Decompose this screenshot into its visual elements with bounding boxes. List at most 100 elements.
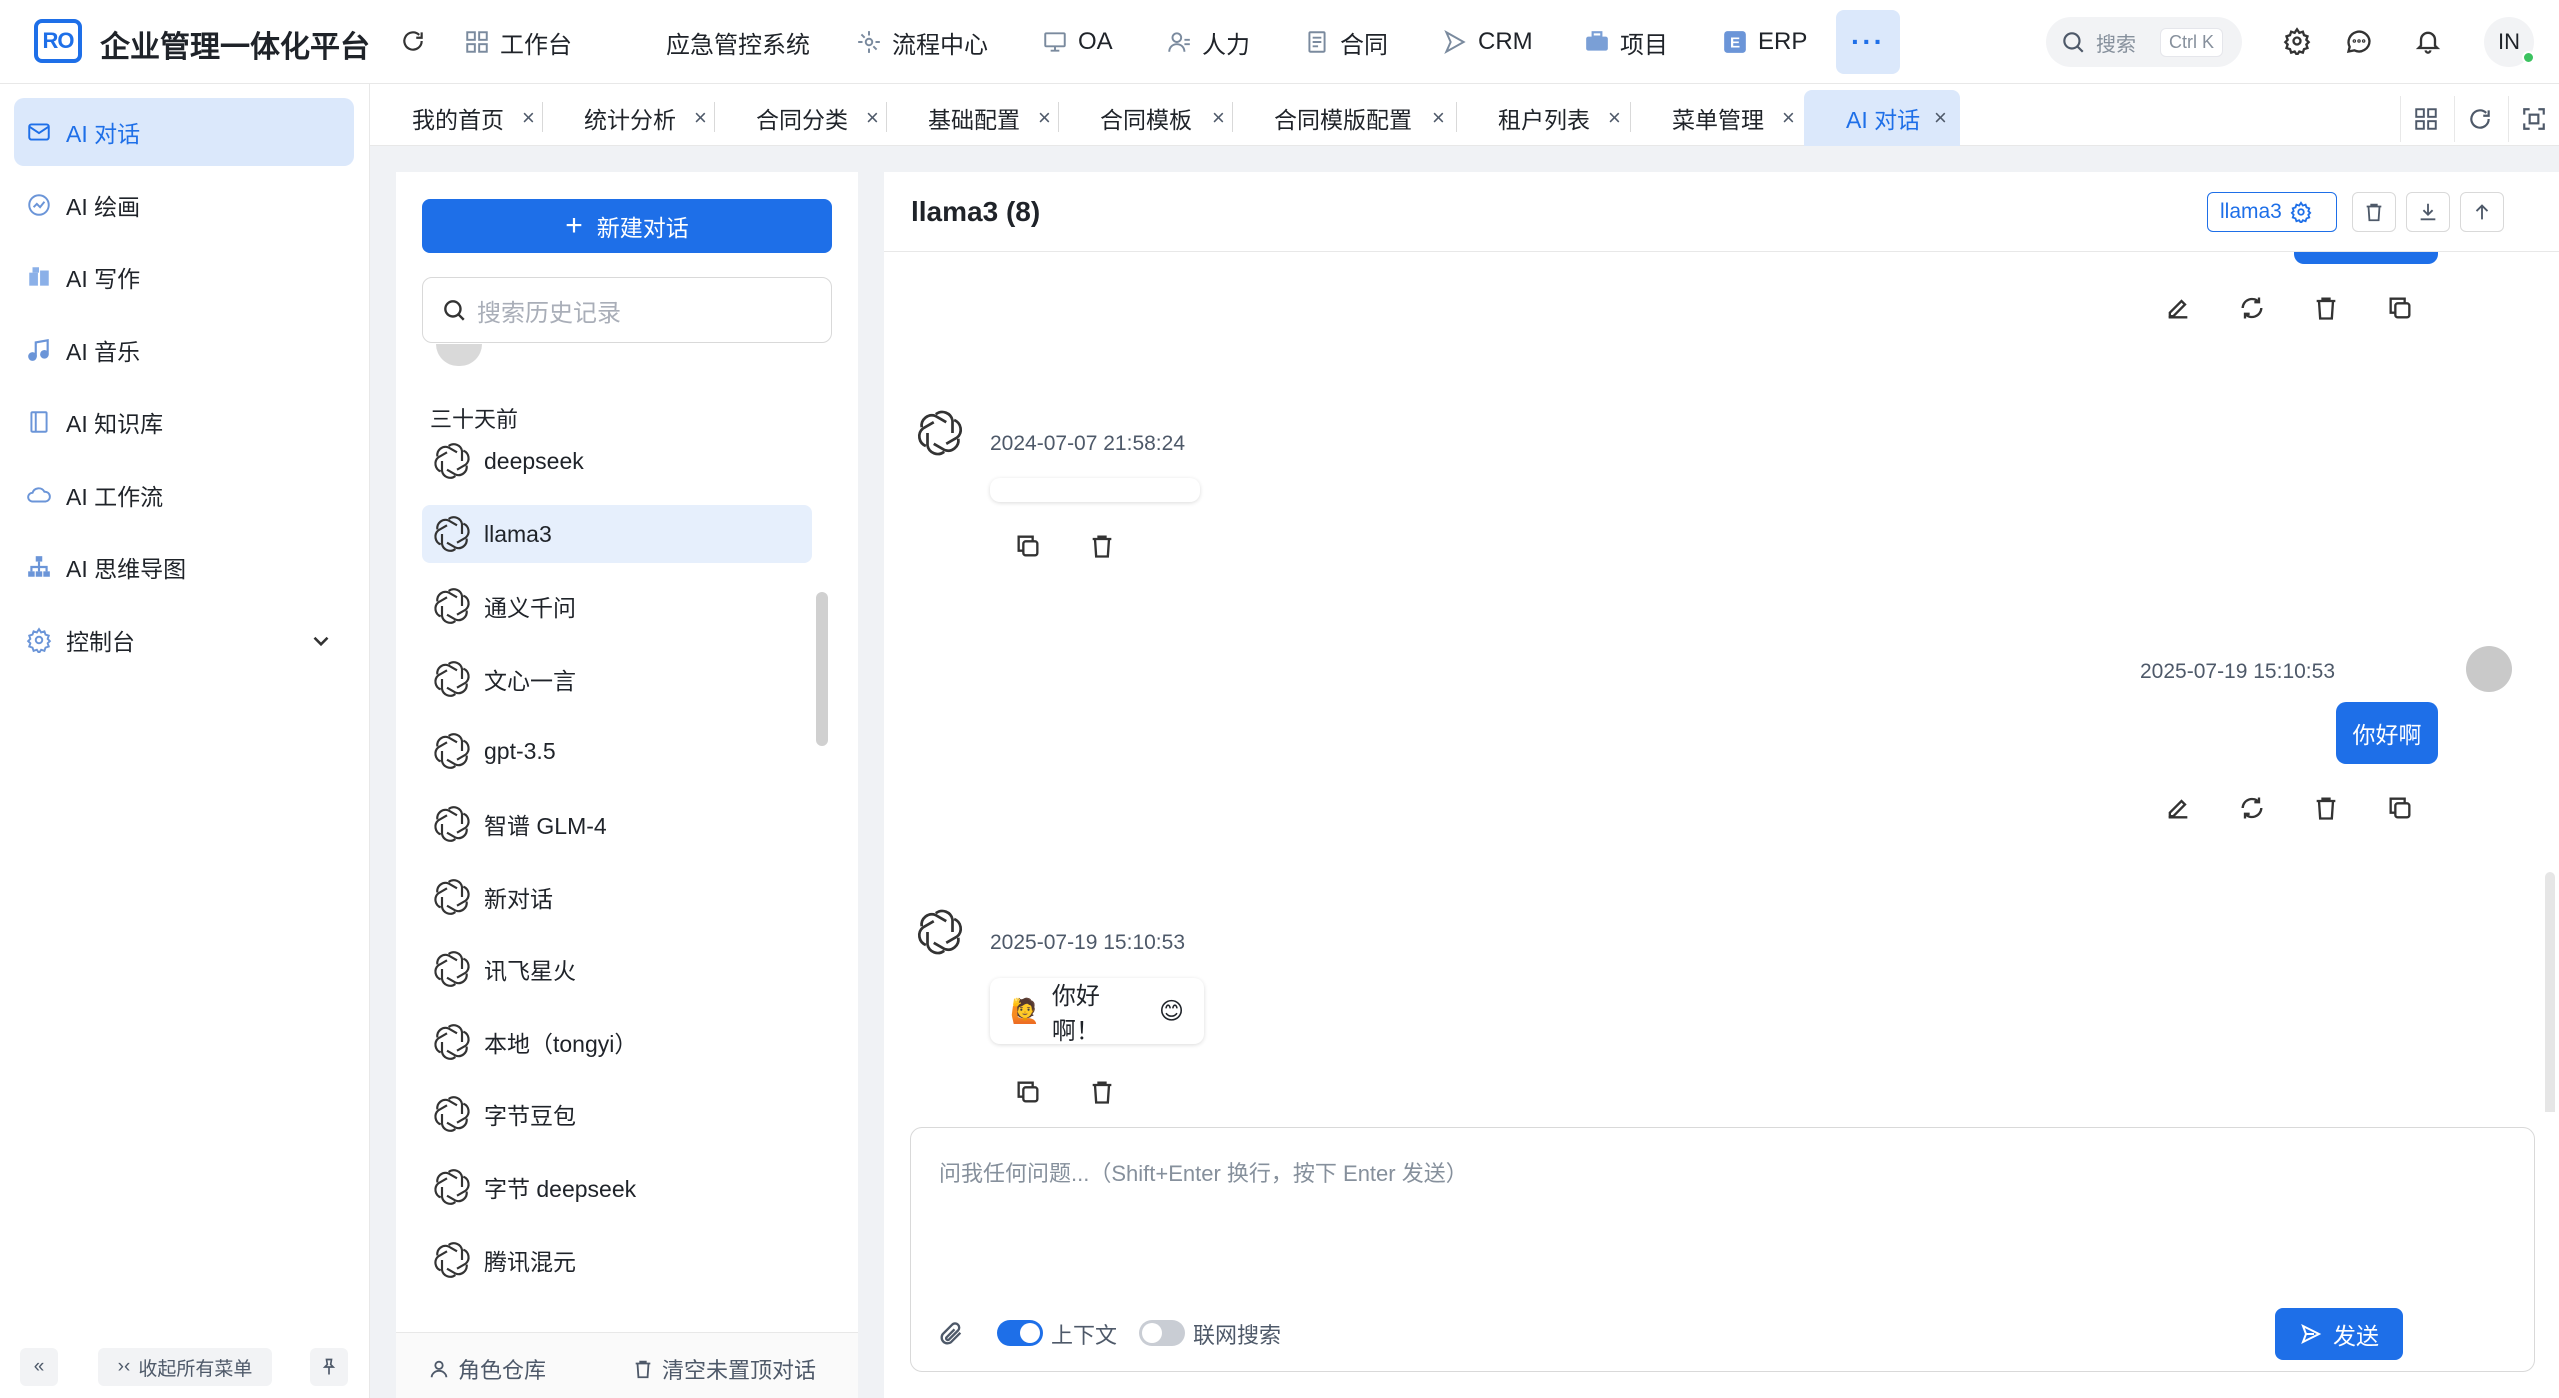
close-icon[interactable]: × (1782, 105, 1795, 131)
download-chat-button[interactable] (2406, 192, 2450, 232)
edit-icon[interactable] (2164, 294, 2192, 322)
tab-home[interactable]: 我的首页 × (370, 90, 540, 146)
copy-icon[interactable] (2386, 794, 2414, 822)
nav-workflow[interactable]: 流程中心 (856, 22, 988, 62)
close-icon[interactable]: × (1432, 105, 1445, 131)
close-icon[interactable]: × (694, 105, 707, 131)
nav-contract[interactable]: 合同 (1304, 22, 1388, 62)
conversation-item[interactable]: 本地（tongyi） (422, 1013, 812, 1071)
close-icon[interactable]: × (1038, 105, 1051, 131)
conversation-item[interactable]: 通义千问 (422, 577, 812, 635)
conversation-item[interactable]: 讯飞星火 (422, 940, 812, 998)
conversation-item[interactable]: llama3 (422, 505, 812, 563)
sidebar-item-ai-music[interactable]: AI 音乐 (14, 316, 354, 384)
tab-menu-management[interactable]: 菜单管理 × (1630, 90, 1802, 146)
tab-contract-template[interactable]: 合同模板 × (1058, 90, 1230, 146)
chat-title: llama3 (8) (911, 196, 1041, 227)
clear-conversations-button[interactable]: 清空未置顶对话 (632, 1353, 816, 1385)
bell-icon[interactable] (2411, 24, 2445, 58)
model-selector[interactable]: llama3 (2207, 192, 2337, 232)
nav-workbench[interactable]: 工作台 (464, 22, 572, 62)
tab-template-config[interactable]: 合同模版配置 × (1232, 90, 1452, 146)
conversation-item[interactable]: deepseek (422, 432, 812, 490)
conversation-footer: 角色仓库 清空未置顶对话 (396, 1332, 858, 1398)
copy-icon[interactable] (1014, 532, 1042, 560)
scroll-top-button[interactable] (2460, 192, 2504, 232)
message-icon[interactable] (2342, 24, 2376, 58)
trash-icon (2366, 203, 2382, 222)
tab-tenant-list[interactable]: 租户列表 × (1456, 90, 1628, 146)
conversation-item[interactable]: 文心一言 (422, 650, 812, 708)
close-icon[interactable]: × (866, 105, 879, 131)
tab-label: 租户列表 (1498, 107, 1590, 133)
settings-icon[interactable] (2280, 24, 2314, 58)
user-icon (1168, 32, 1190, 52)
nav-project[interactable]: 项目 (1584, 22, 1668, 62)
copy-icon[interactable] (1014, 1078, 1042, 1106)
toggle-knob (1142, 1323, 1162, 1343)
new-chat-button[interactable]: + 新建对话 (422, 199, 832, 253)
send-button[interactable]: 发送 (2275, 1308, 2403, 1360)
conversation-title: 腾讯混元 (484, 1249, 576, 1275)
document-icon (1308, 31, 1326, 53)
global-search[interactable]: 搜索 Ctrl K (2046, 17, 2242, 67)
context-toggle[interactable] (997, 1320, 1043, 1346)
tab-contract-category[interactable]: 合同分类 × (714, 90, 884, 146)
sidebar-item-ai-knowledge[interactable]: AI 知识库 (14, 388, 354, 456)
delete-chat-button[interactable] (2352, 192, 2396, 232)
chat-scrollbar[interactable] (2545, 872, 2555, 1112)
close-icon[interactable]: × (1212, 105, 1225, 131)
fullscreen-icon[interactable] (2508, 96, 2558, 142)
trash-icon[interactable] (2312, 294, 2340, 322)
grid-view-icon[interactable] (2400, 96, 2450, 142)
nav-crm[interactable]: CRM (1442, 22, 1533, 62)
tab-statistics[interactable]: 统计分析 × (542, 90, 712, 146)
sidebar: AI 对话 AI 绘画 AI 写作 AI 音乐 AI 知识库 AI 工作流 AI… (0, 84, 370, 1398)
svg-text:E: E (1730, 34, 1740, 51)
conversation-item[interactable]: 新对话 (422, 868, 812, 926)
conversation-item[interactable]: gpt-3.5 (422, 722, 812, 780)
trash-icon[interactable] (2312, 794, 2340, 822)
refresh-icon[interactable] (396, 24, 430, 58)
history-search-input[interactable]: 搜索历史记录 (422, 277, 832, 343)
nav-hr[interactable]: 人力 (1166, 22, 1250, 62)
role-repository-button[interactable]: 角色仓库 (428, 1353, 546, 1385)
clear-conversations-label: 清空未置顶对话 (662, 1358, 817, 1383)
tab-ai-chat[interactable]: AI 对话 × (1804, 90, 1960, 146)
trash-icon[interactable] (1088, 1078, 1116, 1106)
regenerate-icon[interactable] (2238, 794, 2266, 822)
sidebar-item-ai-mindmap[interactable]: AI 思维导图 (14, 533, 354, 601)
conversation-item[interactable]: 智谱 GLM-4 (422, 795, 812, 853)
sidebar-item-ai-chat[interactable]: AI 对话 (14, 98, 354, 166)
close-icon[interactable]: × (1608, 105, 1621, 131)
sidebar-item-ai-workflow[interactable]: AI 工作流 (14, 461, 354, 529)
nav-oa[interactable]: OA (1042, 22, 1113, 62)
trash-icon[interactable] (1088, 532, 1116, 560)
role-repository-label: 角色仓库 (458, 1358, 547, 1383)
close-icon[interactable]: × (1934, 105, 1947, 131)
nav-emergency[interactable]: 应急管控系统 (666, 22, 810, 62)
refresh-tab-icon[interactable] (2454, 96, 2504, 142)
attachment-icon[interactable] (937, 1320, 965, 1348)
app-logo[interactable]: RO (34, 19, 82, 63)
conversation-item[interactable]: 字节豆包 (422, 1085, 812, 1143)
sidebar-item-ai-writing[interactable]: AI 写作 (14, 243, 354, 311)
conversation-item[interactable]: 字节 deepseek (422, 1158, 812, 1216)
edit-icon[interactable] (2164, 794, 2192, 822)
message-input-box[interactable]: 问我任何问题...（Shift+Enter 换行，按下 Enter 发送） 上下… (910, 1127, 2535, 1372)
conversation-scrollbar[interactable] (816, 592, 828, 746)
collapse-all-menus-button[interactable]: ›‹ 收起所有菜单 (98, 1348, 272, 1386)
pin-sidebar-button[interactable] (310, 1348, 348, 1386)
more-nav-button[interactable]: ··· (1836, 10, 1900, 74)
message-list[interactable]: 2024-07-07 21:58:24 2025-07-19 15:10:53 … (884, 252, 2559, 1112)
conversation-item[interactable]: 腾讯混元 (422, 1231, 812, 1289)
copy-icon[interactable] (2386, 294, 2414, 322)
nav-erp[interactable]: E ERP (1722, 22, 1807, 62)
collapse-sidebar-button[interactable]: « (20, 1348, 58, 1386)
sidebar-item-ai-drawing[interactable]: AI 绘画 (14, 171, 354, 239)
close-icon[interactable]: × (522, 105, 535, 131)
web-search-toggle[interactable] (1139, 1320, 1185, 1346)
sidebar-item-console[interactable]: 控制台 (14, 606, 354, 674)
tab-basic-config[interactable]: 基础配置 × (886, 90, 1056, 146)
regenerate-icon[interactable] (2238, 294, 2266, 322)
